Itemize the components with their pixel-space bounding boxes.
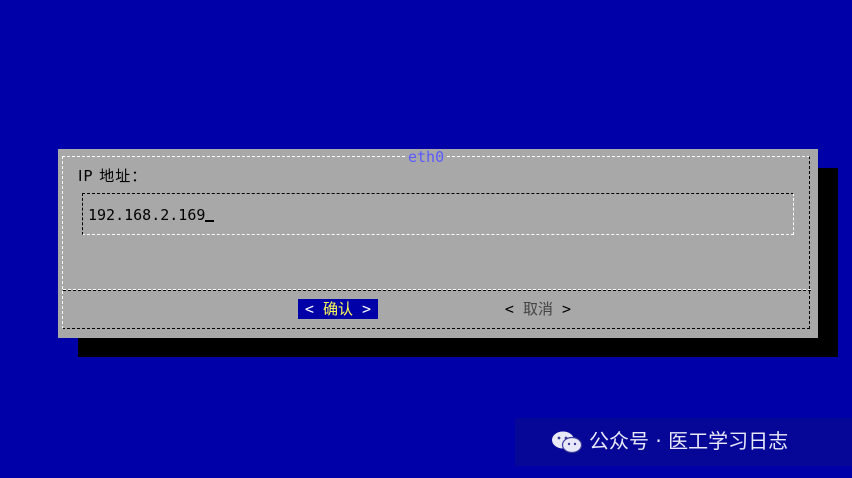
ip-address-value-text: 192.168.2.169 <box>88 206 206 224</box>
confirm-button-close-bracket: > <box>362 300 372 318</box>
dialog-title: eth0 <box>406 148 447 166</box>
ip-address-input-value[interactable]: 192.168.2.169 <box>88 206 215 224</box>
cancel-button-open-bracket: < <box>504 300 514 318</box>
dialog-frame <box>62 156 810 329</box>
text-cursor <box>205 206 215 222</box>
confirm-button[interactable]: < 确认 > <box>298 299 378 319</box>
confirm-button-open-bracket: < <box>304 300 314 318</box>
ip-config-dialog: eth0 IP 地址： 192.168.2.169 < 确认 > < 取消 > <box>58 149 818 338</box>
ip-address-label: IP 地址： <box>78 167 148 185</box>
watermark-text: 公众号 · 医工学习日志 <box>589 429 789 453</box>
cancel-button-close-bracket: > <box>562 300 572 318</box>
button-separator <box>63 289 811 291</box>
cancel-button-label: 取消 <box>522 300 553 318</box>
ip-address-input[interactable]: 192.168.2.169 <box>82 193 794 235</box>
watermark: 公众号 · 医工学习日志 <box>515 418 852 466</box>
confirm-button-label: 确认 <box>322 300 353 318</box>
terminal-screen: eth0 IP 地址： 192.168.2.169 < 确认 > < 取消 > … <box>0 0 852 478</box>
cancel-button[interactable]: < 取消 > <box>498 299 578 319</box>
wechat-icon <box>552 431 583 454</box>
